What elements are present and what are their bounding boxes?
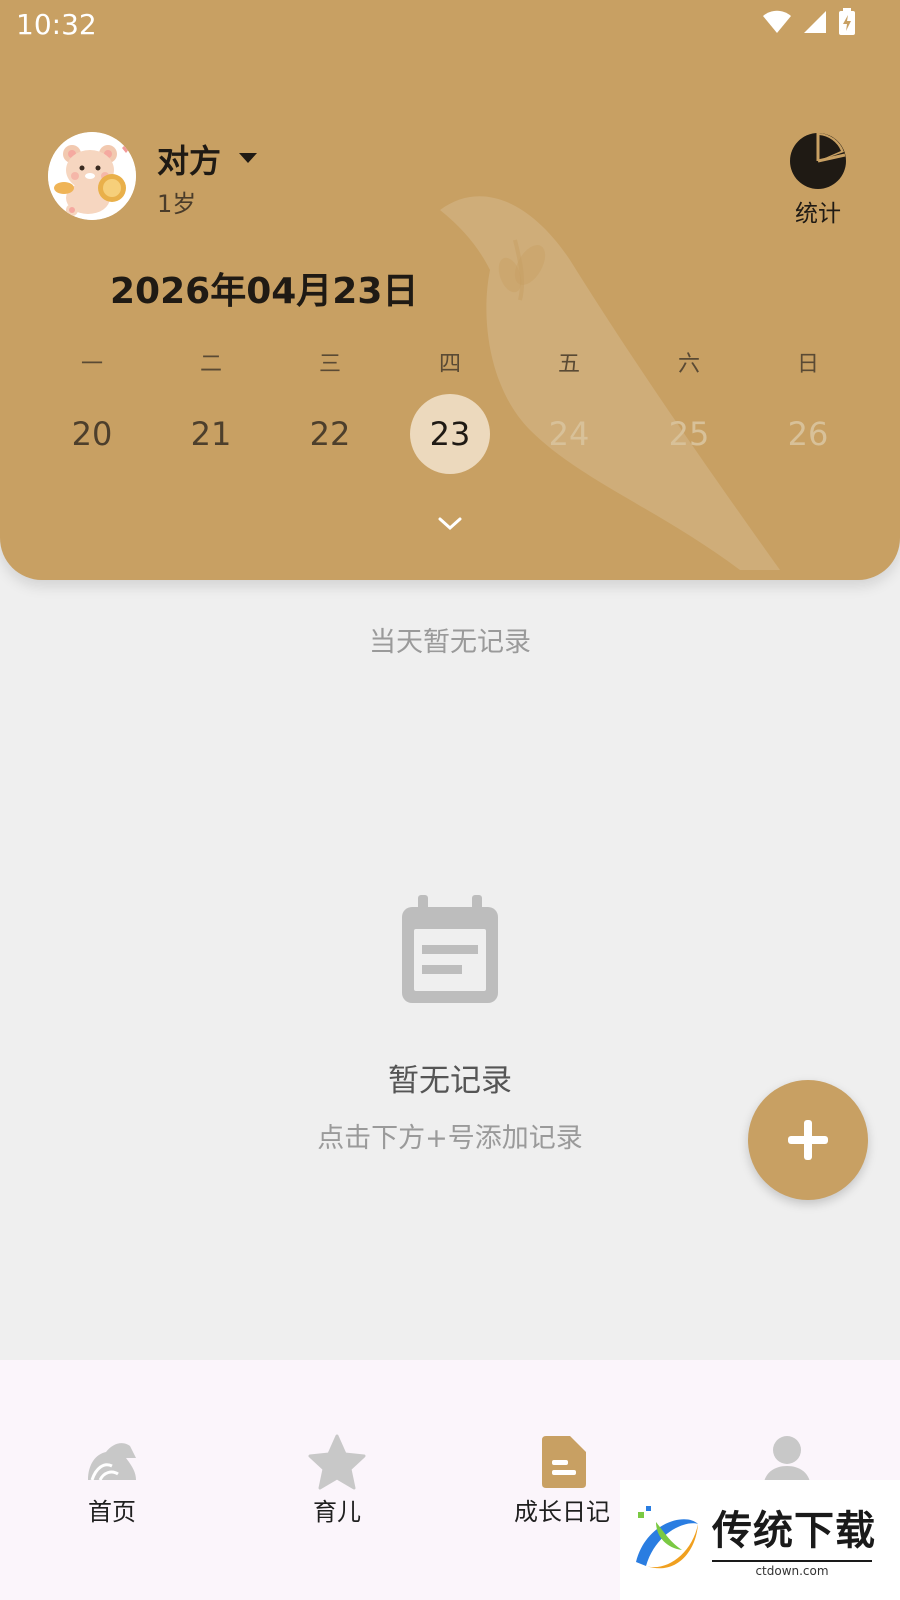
calendar-header: 10:32 对方 1岁 统计 2026年04月23日 一 二 三 四 五 六 日… bbox=[0, 0, 900, 580]
weekday-fri: 五 bbox=[557, 352, 580, 377]
stats-button[interactable]: 统计 bbox=[784, 132, 852, 228]
watermark-url: ctdown.com bbox=[712, 1560, 872, 1578]
plus-icon bbox=[788, 1120, 828, 1160]
battery-icon bbox=[839, 8, 855, 35]
watermark-brand: 传统下载 bbox=[712, 1508, 876, 1554]
add-record-button[interactable] bbox=[748, 1080, 868, 1200]
pie-chart-icon bbox=[790, 133, 846, 189]
avatar[interactable] bbox=[48, 132, 136, 220]
nav-label-home: 首页 bbox=[88, 1498, 136, 1526]
profile-name[interactable]: 对方 bbox=[157, 136, 221, 182]
date-title[interactable]: 2026年04月23日 bbox=[110, 262, 418, 314]
diary-icon bbox=[542, 1436, 586, 1488]
chevron-down-icon[interactable] bbox=[437, 516, 463, 532]
star-icon bbox=[308, 1434, 366, 1490]
stats-label: 统计 bbox=[795, 201, 841, 227]
bird-watermark-icon bbox=[440, 196, 780, 570]
nav-item-parenting[interactable]: 育儿 bbox=[262, 1432, 412, 1527]
weekday-wed: 三 bbox=[318, 352, 341, 377]
day-20[interactable]: 20 bbox=[52, 394, 132, 474]
day-25[interactable]: 25 bbox=[649, 394, 729, 474]
wifi-icon bbox=[763, 10, 791, 33]
weekday-mon: 一 bbox=[80, 352, 103, 377]
ctdown-logo-icon bbox=[636, 1506, 698, 1569]
weekday-sat: 六 bbox=[677, 352, 700, 377]
nav-label-diary: 成长日记 bbox=[514, 1498, 610, 1526]
status-time: 10:32 bbox=[16, 8, 97, 41]
status-icons bbox=[762, 8, 856, 36]
day-22[interactable]: 22 bbox=[290, 394, 370, 474]
weekday-tue: 二 bbox=[199, 352, 222, 377]
day-26[interactable]: 26 bbox=[768, 394, 848, 474]
weekday-thu: 四 bbox=[438, 352, 461, 377]
signal-icon bbox=[804, 11, 826, 33]
day-21[interactable]: 21 bbox=[171, 394, 251, 474]
watermark-badge: 传统下载 ctdown.com bbox=[620, 1480, 900, 1600]
profile-age: 1岁 bbox=[157, 190, 197, 218]
nav-item-home[interactable]: 首页 bbox=[37, 1432, 187, 1527]
day-23-selected[interactable]: 23 bbox=[410, 394, 490, 474]
nav-item-diary[interactable]: 成长日记 bbox=[487, 1432, 637, 1527]
weekday-sun: 日 bbox=[796, 352, 819, 377]
home-icon bbox=[88, 1443, 136, 1481]
day-24[interactable]: 24 bbox=[529, 394, 609, 474]
nav-label-parenting: 育儿 bbox=[313, 1498, 361, 1526]
empty-calendar-icon bbox=[402, 895, 498, 1003]
caret-down-icon[interactable] bbox=[238, 152, 258, 164]
day-empty-text: 当天暂无记录 bbox=[369, 627, 531, 658]
bear-avatar-icon bbox=[48, 132, 136, 220]
empty-title: 暂无记录 bbox=[388, 1063, 512, 1099]
